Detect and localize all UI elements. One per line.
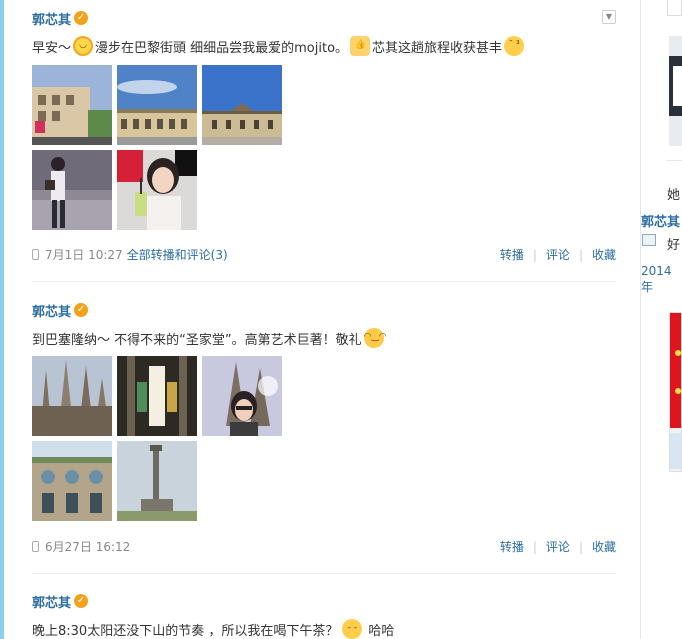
photo-image: [117, 150, 197, 230]
photo-thumbnail[interactable]: [117, 150, 197, 230]
sidebar-card-edge: [667, 0, 682, 16]
post-time[interactable]: 7月1日 10:27: [45, 246, 123, 263]
photo-image: [117, 356, 197, 436]
comment-button[interactable]: 评论: [546, 538, 570, 555]
author-name[interactable]: 郭芯其: [32, 9, 71, 28]
photo-image: [202, 356, 282, 436]
post-author[interactable]: 郭芯其 ✓: [32, 8, 89, 28]
post-time[interactable]: 6月27日 16:12: [45, 538, 130, 555]
v-badge-icon: ✓: [74, 11, 89, 25]
photo-thumbnail[interactable]: [117, 356, 197, 436]
photo-thumbnail[interactable]: [32, 441, 112, 521]
collapse-arrow-icon[interactable]: ▼: [602, 10, 616, 24]
post-actions: 转播 | 评论 | 收藏: [500, 538, 616, 555]
action-separator: |: [578, 247, 583, 262]
post-text-part: 到巴塞隆纳～ 不得不来的“圣家堂”。高第艺术巨著！敬礼: [32, 332, 362, 348]
thumbs-up-emoji-icon: 👍: [350, 36, 371, 56]
post-meta: 7月1日 10:27 全部转播和评论(3): [32, 246, 228, 263]
post-2: 郭芯其 ✓ 到巴塞隆纳～ 不得不来的“圣家堂”。高第艺术巨著！敬礼 ◠‿◠ 6月…: [32, 300, 616, 562]
sidebar-ad-card[interactable]: [669, 312, 682, 472]
post-author[interactable]: 郭芯其 ✓: [32, 591, 89, 611]
photo-image: [117, 65, 197, 145]
sleepy-emoji-icon: - -: [342, 619, 363, 639]
post-text-part: 晚上8:30太阳还没下山的节奏 ，所以我在喝下午茶？: [32, 623, 339, 639]
photo-image: [32, 150, 112, 230]
v-badge-icon: ✓: [74, 303, 89, 317]
post-author[interactable]: 郭芯其 ✓: [32, 300, 89, 320]
comment-button[interactable]: 评论: [546, 246, 570, 263]
post-text-part: 芯其这趟旅程收获甚丰: [372, 40, 503, 56]
post-text-part: 早安～: [32, 40, 72, 56]
photo-thumbnail[interactable]: [202, 356, 282, 436]
post-text: 晚上8:30太阳还没下山的节奏 ，所以我在喝下午茶？ - - 哈哈: [32, 619, 394, 639]
action-separator: |: [578, 539, 583, 554]
v-badge-icon: ✓: [74, 594, 89, 608]
photo-grid: [32, 65, 292, 230]
salute-emoji-icon: ◠‿◠: [363, 328, 387, 348]
right-sidebar: 她 郭芯其 好 2014年: [641, 0, 682, 639]
action-separator: |: [532, 539, 537, 554]
photo-image: [669, 36, 682, 146]
kiss-emoji-icon: ˘ ³: [504, 36, 525, 56]
post-text: 早安～ ◡ 漫步在巴黎街頭 细细品尝我最爱的mojito。 👍 芯其这趟旅程收获…: [32, 36, 526, 56]
photo-image: [32, 356, 112, 436]
post-divider: [32, 573, 616, 574]
post-meta: 6月27日 16:12: [32, 538, 130, 555]
post-text-part: 哈哈: [368, 623, 395, 639]
post-3: 郭芯其 ✓ 晚上8:30太阳还没下山的节奏 ，所以我在喝下午茶？ - - 哈哈: [32, 591, 616, 639]
ad-image: [670, 313, 681, 471]
photo-image: [117, 441, 197, 521]
post-text: 到巴塞隆纳～ 不得不来的“圣家堂”。高第艺术巨著！敬礼 ◠‿◠: [32, 328, 387, 348]
sidebar-photo[interactable]: [669, 36, 682, 146]
photo-thumbnail[interactable]: [202, 65, 282, 145]
favorite-button[interactable]: 收藏: [592, 538, 616, 555]
author-name[interactable]: 郭芯其: [32, 301, 71, 320]
all-forwards-comments-link[interactable]: 全部转播和评论(3): [127, 246, 228, 263]
image-icon: [642, 234, 656, 246]
post-actions: 转播 | 评论 | 收藏: [500, 246, 616, 263]
sidebar-text: 好: [667, 238, 681, 253]
mobile-phone-icon: [32, 249, 39, 260]
photo-thumbnail[interactable]: [32, 356, 112, 436]
post-divider: [32, 281, 616, 282]
photo-image: [32, 441, 112, 521]
photo-thumbnail[interactable]: [32, 65, 112, 145]
mobile-phone-icon: [32, 541, 39, 552]
photo-image: [32, 65, 112, 145]
forward-button[interactable]: 转播: [500, 538, 524, 555]
sun-emoji-icon: ◡: [73, 36, 94, 56]
author-name[interactable]: 郭芯其: [32, 592, 71, 611]
photo-thumbnail[interactable]: [117, 65, 197, 145]
sidebar-author-link[interactable]: 郭芯其: [641, 211, 680, 230]
photo-image: [202, 65, 282, 145]
feed: 郭芯其 ✓ ▼ 早安～ ◡ 漫步在巴黎街頭 细细品尝我最爱的mojito。 👍 …: [4, 0, 640, 639]
sidebar-separator: [667, 160, 682, 161]
sidebar-date[interactable]: 2014年: [641, 264, 682, 295]
post-text-part: 漫步在巴黎街頭 细细品尝我最爱的mojito。: [95, 40, 349, 56]
photo-thumbnail[interactable]: [117, 441, 197, 521]
photo-thumbnail[interactable]: [32, 150, 112, 230]
favorite-button[interactable]: 收藏: [592, 246, 616, 263]
post-1: 郭芯其 ✓ ▼ 早安～ ◡ 漫步在巴黎街頭 细细品尝我最爱的mojito。 👍 …: [32, 8, 616, 270]
forward-button[interactable]: 转播: [500, 246, 524, 263]
photo-grid: [32, 356, 292, 521]
action-separator: |: [532, 247, 537, 262]
sidebar-text: 她: [667, 188, 681, 203]
